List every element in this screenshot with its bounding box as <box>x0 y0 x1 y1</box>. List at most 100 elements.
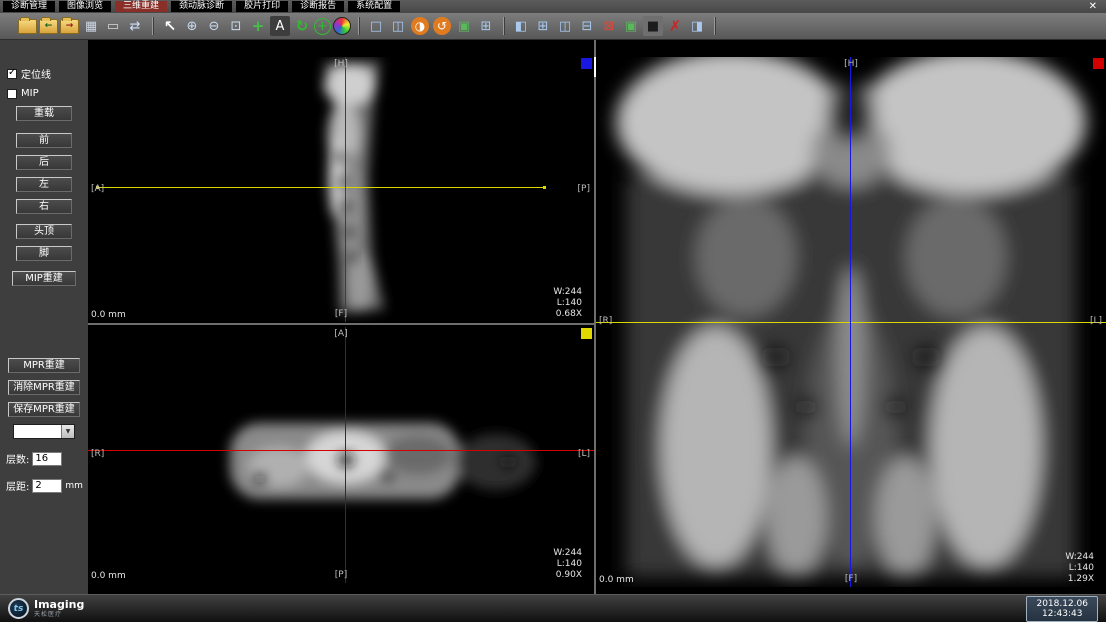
menu-tab-system-config[interactable]: 系统配置 <box>348 1 400 12</box>
film-layout-icon[interactable]: ◨ <box>687 16 707 36</box>
window-close-button[interactable]: ✕ <box>1083 1 1103 12</box>
layout-split-icon[interactable]: ◫ <box>388 16 408 36</box>
checkbox-box[interactable] <box>7 69 17 79</box>
axial-localizer-line[interactable] <box>96 187 546 188</box>
level-value: L:140 <box>1065 563 1094 574</box>
reload-button[interactable]: 重载 <box>16 106 72 121</box>
orientation-back-button[interactable]: 后 <box>16 155 72 170</box>
menu-tab-film-print[interactable]: 胶片打印 <box>236 1 288 12</box>
print-icon[interactable]: ▭ <box>103 16 123 36</box>
series-layout-icon[interactable]: ◧ <box>511 16 531 36</box>
monitor-green-icon[interactable]: ▣ <box>621 16 641 36</box>
zoom-region-icon[interactable]: ⊡ <box>226 16 246 36</box>
export-study-icon[interactable]: → <box>60 19 79 34</box>
menu-tab-image-browse[interactable]: 图像浏览 <box>59 1 111 12</box>
viewport-divider-horizontal[interactable] <box>88 323 596 325</box>
time-text: 12:43:43 <box>1036 609 1088 619</box>
orientation-front-button[interactable]: 前 <box>16 133 72 148</box>
layers-input[interactable] <box>32 452 62 466</box>
open-study-icon[interactable] <box>18 19 37 34</box>
orientation-top-label: [H] <box>844 59 858 69</box>
chevron-down-icon[interactable]: ▼ <box>61 425 74 438</box>
checkbox-box[interactable] <box>7 89 17 99</box>
axial-position-line[interactable] <box>88 450 594 451</box>
screen-grid-icon[interactable]: ⊞ <box>476 16 496 36</box>
split-vertical-icon[interactable]: ◫ <box>555 16 575 36</box>
split-horizontal-icon[interactable]: ⊟ <box>577 16 597 36</box>
coronal-localizer-line[interactable] <box>345 57 346 322</box>
orientation-right-button[interactable]: 右 <box>16 199 72 214</box>
mpr-clear-button[interactable]: 消除MPR重建 <box>8 380 80 395</box>
sagittal-localizer-line[interactable] <box>850 57 851 587</box>
spacing-field: 层距: mm <box>6 478 88 493</box>
position-readout: 0.0 mm <box>91 571 126 581</box>
orientation-left-label: [A] <box>91 184 104 194</box>
mpr-control-panel: 定位线 MIP 重载 前后左右头顶脚 MIP重建 MPR重建消除MPR重建保存M… <box>0 40 88 594</box>
orientation-button-group: 前后左右头顶脚 <box>0 133 88 261</box>
viewport-sagittal[interactable]: [H] [A] [P] [F] W:244 L:140 0.68X 0.0 mm <box>88 57 594 322</box>
grid-2x2-icon[interactable]: ⊞ <box>533 16 553 36</box>
import-study-icon[interactable]: ← <box>39 19 58 34</box>
delete-image-icon[interactable]: ✗ <box>665 16 685 36</box>
mri-sagittal-image <box>88 57 594 322</box>
menu-bar: 诊断管理图像浏览三维重建颈动脉诊断胶片打印诊断报告系统配置 ✕ <box>0 0 1106 13</box>
palette-icon[interactable] <box>333 17 351 35</box>
position-readout: 0.0 mm <box>91 310 126 320</box>
cursor-icon[interactable]: ↖ <box>160 16 180 36</box>
toolbar-separator <box>714 17 715 35</box>
save-image-icon[interactable]: ▦ <box>81 16 101 36</box>
transfer-icon[interactable]: ⇄ <box>125 16 145 36</box>
brand-block: Imaging 天松医疗 <box>34 599 84 618</box>
logo-text: ts <box>14 604 24 614</box>
invert-icon[interactable]: ◑ <box>411 17 429 35</box>
annotation-icon[interactable]: A <box>270 16 290 36</box>
viewport-divider-vertical[interactable] <box>594 40 596 594</box>
menu-tab-diagnosis-management[interactable]: 诊断管理 <box>3 1 55 12</box>
window-level-readout: W:244 L:140 0.90X <box>553 548 582 581</box>
menu-tab-3d-reconstruction[interactable]: 三维重建 <box>115 1 167 12</box>
orientation-left-button[interactable]: 左 <box>16 177 72 192</box>
sagittal-localizer-line[interactable] <box>345 327 346 583</box>
localizer-line-checkbox[interactable]: 定位线 <box>7 66 88 81</box>
window-value: W:244 <box>553 548 582 559</box>
viewport-axial[interactable]: [A] [R] [L] [P] W:244 L:140 0.90X 0.0 mm <box>88 327 594 583</box>
close-series-icon[interactable]: ⊠ <box>599 16 619 36</box>
viewport-coronal[interactable]: [H] [R] [L] [F] W:244 L:140 1.29X 0.0 mm <box>596 57 1106 587</box>
mpr-button-group: MPR重建消除MPR重建保存MPR重建 <box>0 358 88 417</box>
axial-localizer-line[interactable] <box>596 322 1106 323</box>
zoom-in-icon[interactable]: ⊕ <box>182 16 202 36</box>
menu-tab-carotid-diagnosis[interactable]: 颈动脉诊断 <box>171 1 232 12</box>
orientation-foot-button[interactable]: 脚 <box>16 246 72 261</box>
window-value: W:244 <box>1065 552 1094 563</box>
refresh-icon[interactable]: ↻ <box>292 16 312 36</box>
mpr-rebuild-button[interactable]: MPR重建 <box>8 358 80 373</box>
series-select[interactable]: ▼ <box>13 424 75 439</box>
toolbar-separator <box>358 17 359 35</box>
orientation-head-button[interactable]: 头顶 <box>16 224 72 239</box>
mip-rebuild-button[interactable]: MIP重建 <box>12 271 76 286</box>
menu-tab-strip: 诊断管理图像浏览三维重建颈动脉诊断胶片打印诊断报告系统配置 <box>3 1 400 12</box>
layers-field: 层数: <box>6 451 88 466</box>
layers-label: 层数: <box>6 451 29 466</box>
orientation-left-label: [R] <box>91 449 104 459</box>
viewport-select-indicator[interactable] <box>581 58 592 69</box>
ts-logo-icon: ts <box>8 598 29 619</box>
screen-capture-icon[interactable]: ▣ <box>454 16 474 36</box>
orientation-right-label: [L] <box>1090 316 1102 326</box>
viewport-select-indicator[interactable] <box>581 328 592 339</box>
status-bar: ts Imaging 天松医疗 2018.12.06 12:43:43 <box>0 594 1106 622</box>
crosshair-icon[interactable]: + <box>314 18 331 35</box>
orientation-right-label: [P] <box>578 184 590 194</box>
monitor-dark-icon[interactable]: ■ <box>643 16 663 36</box>
zoom-out-icon[interactable]: ⊖ <box>204 16 224 36</box>
spacing-input[interactable] <box>32 479 62 493</box>
pan-icon[interactable]: + <box>248 16 268 36</box>
window-level-readout: W:244 L:140 0.68X <box>553 287 582 320</box>
layout-single-icon[interactable]: □ <box>366 16 386 36</box>
mpr-save-button[interactable]: 保存MPR重建 <box>8 402 80 417</box>
level-value: L:140 <box>553 559 582 570</box>
mip-checkbox[interactable]: MIP <box>7 88 88 99</box>
menu-tab-diagnosis-report[interactable]: 诊断报告 <box>292 1 344 12</box>
viewport-select-indicator[interactable] <box>1093 58 1104 69</box>
reset-icon[interactable]: ↺ <box>433 17 451 35</box>
